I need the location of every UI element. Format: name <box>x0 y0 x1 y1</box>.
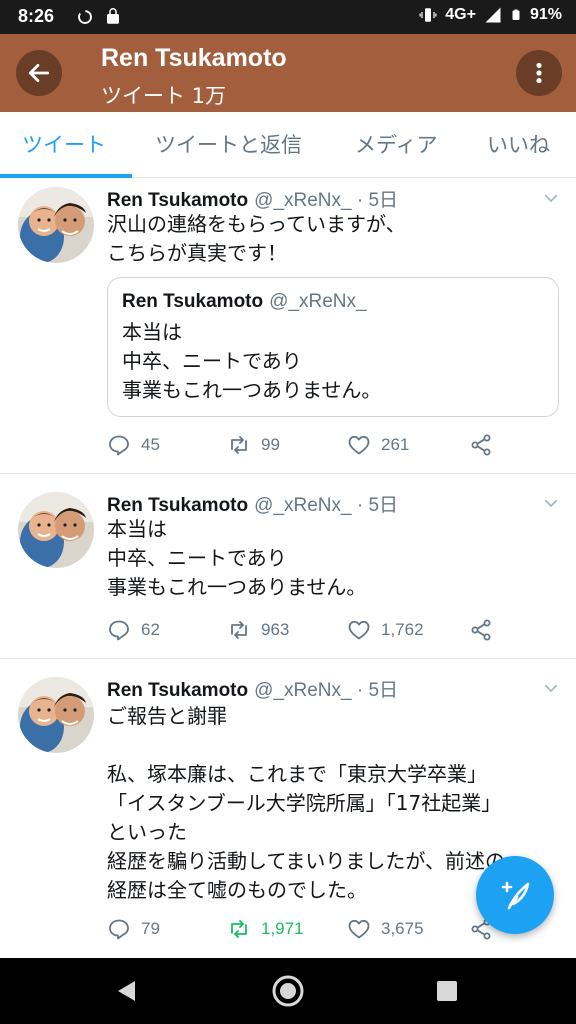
status-time: 8:26 <box>18 6 55 26</box>
chevron-down-icon[interactable] <box>542 189 560 207</box>
tweet-item[interactable]: Ren Tsukamoto @_xReNx_ · 5日 本当は 中卒、ニートであ… <box>0 474 576 659</box>
arrow-left-icon <box>28 64 50 82</box>
tweet-meta: @_xReNx_ · 5日 <box>254 495 399 516</box>
reply-icon <box>107 618 131 642</box>
tweet-meta: @_xReNx_ · 5日 <box>254 190 399 211</box>
square-recents-icon <box>437 981 457 1001</box>
retweet-count: 1,971 <box>261 919 304 938</box>
shopping-bag-icon <box>107 8 119 24</box>
quoted-tweet-text: 本当は 中卒、ニートであり 事業もこれ一つありません。 <box>122 320 382 402</box>
quoted-tweet-header: Ren Tsukamoto @_xReNx_ <box>122 290 367 313</box>
reply-count: 79 <box>141 919 160 938</box>
quoted-author-handle: @_xReNx_ <box>269 291 367 312</box>
profile-tabs: ツイート ツイートと返信 メディア いいね <box>0 112 576 178</box>
active-tab-indicator <box>0 174 132 178</box>
tweet-item[interactable]: Ren Tsukamoto @_xReNx_ · 5日 沢山の連絡をもらっていま… <box>0 179 576 474</box>
avatar[interactable] <box>18 492 94 568</box>
like-button[interactable]: 261 <box>347 433 409 457</box>
nav-recents-button[interactable] <box>429 973 465 1009</box>
reply-icon <box>107 917 131 941</box>
reply-icon <box>107 433 131 457</box>
tweet-actions: 79 1,971 3,675 <box>107 917 507 945</box>
like-button[interactable]: 1,762 <box>347 618 424 642</box>
compose-feather-icon <box>501 881 530 910</box>
like-count: 1,762 <box>381 620 424 639</box>
status-bar: 8:26 4G+ 91% <box>0 0 576 34</box>
compose-tweet-button[interactable] <box>476 856 554 934</box>
chevron-down-icon[interactable] <box>542 679 560 697</box>
like-count: 3,675 <box>381 919 424 938</box>
retweet-button[interactable]: 99 <box>227 433 280 457</box>
share-icon <box>469 433 493 457</box>
reply-button[interactable]: 79 <box>107 917 160 941</box>
more-vertical-icon <box>536 62 542 84</box>
nav-back-button[interactable] <box>108 973 144 1009</box>
reply-button[interactable]: 45 <box>107 433 160 457</box>
system-navigation-bar <box>0 958 576 1024</box>
profile-header: Ren Tsukamoto ツイート 1万 <box>0 34 576 112</box>
retweet-count: 963 <box>261 620 290 639</box>
tweet-header: Ren Tsukamoto @_xReNx_ · 5日 <box>107 490 398 517</box>
network-type: 4G+ <box>445 6 476 23</box>
retweet-icon <box>227 433 251 457</box>
vibrate-icon <box>419 8 437 22</box>
avatar[interactable] <box>18 677 94 753</box>
avatar[interactable] <box>18 187 94 263</box>
retweet-icon <box>227 618 251 642</box>
heart-icon <box>347 433 371 457</box>
tweet-author-name[interactable]: Ren Tsukamoto <box>107 495 248 516</box>
tab-likes[interactable]: いいね <box>487 112 550 178</box>
reply-count: 62 <box>141 620 160 639</box>
quoted-tweet[interactable]: Ren Tsukamoto @_xReNx_ 本当は 中卒、ニートであり 事業も… <box>107 277 559 417</box>
tweet-actions: 45 99 261 <box>107 433 507 461</box>
tweet-count: ツイート 1万 <box>101 84 227 108</box>
reply-count: 45 <box>141 435 160 454</box>
back-button[interactable] <box>16 50 62 96</box>
reply-button[interactable]: 62 <box>107 618 160 642</box>
tab-tweets-replies[interactable]: ツイートと返信 <box>155 112 302 178</box>
profile-name: Ren Tsukamoto <box>101 44 287 72</box>
retweet-button[interactable]: 1,971 <box>227 917 304 941</box>
tweet-author-name[interactable]: Ren Tsukamoto <box>107 190 248 211</box>
tab-media[interactable]: メディア <box>355 112 438 178</box>
chevron-down-icon[interactable] <box>542 494 560 512</box>
share-button[interactable] <box>469 433 493 457</box>
retweet-count: 99 <box>261 435 280 454</box>
retweet-button[interactable]: 963 <box>227 618 289 642</box>
tweet-header: Ren Tsukamoto @_xReNx_ · 5日 <box>107 185 398 212</box>
retweet-icon <box>227 917 251 941</box>
tweet-actions: 62 963 1,762 <box>107 618 507 646</box>
share-icon <box>469 618 493 642</box>
tweet-text: ご報告と謝罪 私、塚本廉は、これまで「東京大学卒業」 「イスタンブール大学院所属… <box>107 704 505 902</box>
signal-icon <box>485 7 501 23</box>
data-saver-icon <box>78 10 92 24</box>
tweet-header: Ren Tsukamoto @_xReNx_ · 5日 <box>107 675 398 702</box>
tab-tweets[interactable]: ツイート <box>22 112 106 178</box>
nav-home-button[interactable] <box>270 973 306 1009</box>
quoted-author-name: Ren Tsukamoto <box>122 291 264 312</box>
more-options-button[interactable] <box>516 50 562 96</box>
like-count: 261 <box>381 435 410 454</box>
tweet-meta: @_xReNx_ · 5日 <box>254 680 399 701</box>
tweet-text: 本当は 中卒、ニートであり 事業もこれ一つありません。 <box>107 517 367 599</box>
heart-icon <box>347 618 371 642</box>
battery-icon <box>512 9 520 20</box>
battery-level: 91% <box>529 6 562 23</box>
heart-icon <box>347 917 371 941</box>
share-button[interactable] <box>469 618 493 642</box>
tweet-text: 沢山の連絡をもらっていますが、 こちらが真実です！ <box>107 212 406 265</box>
tweet-author-name[interactable]: Ren Tsukamoto <box>107 680 248 701</box>
triangle-back-icon <box>118 981 135 1001</box>
like-button[interactable]: 3,675 <box>347 917 424 941</box>
circle-home-icon <box>272 975 304 1007</box>
